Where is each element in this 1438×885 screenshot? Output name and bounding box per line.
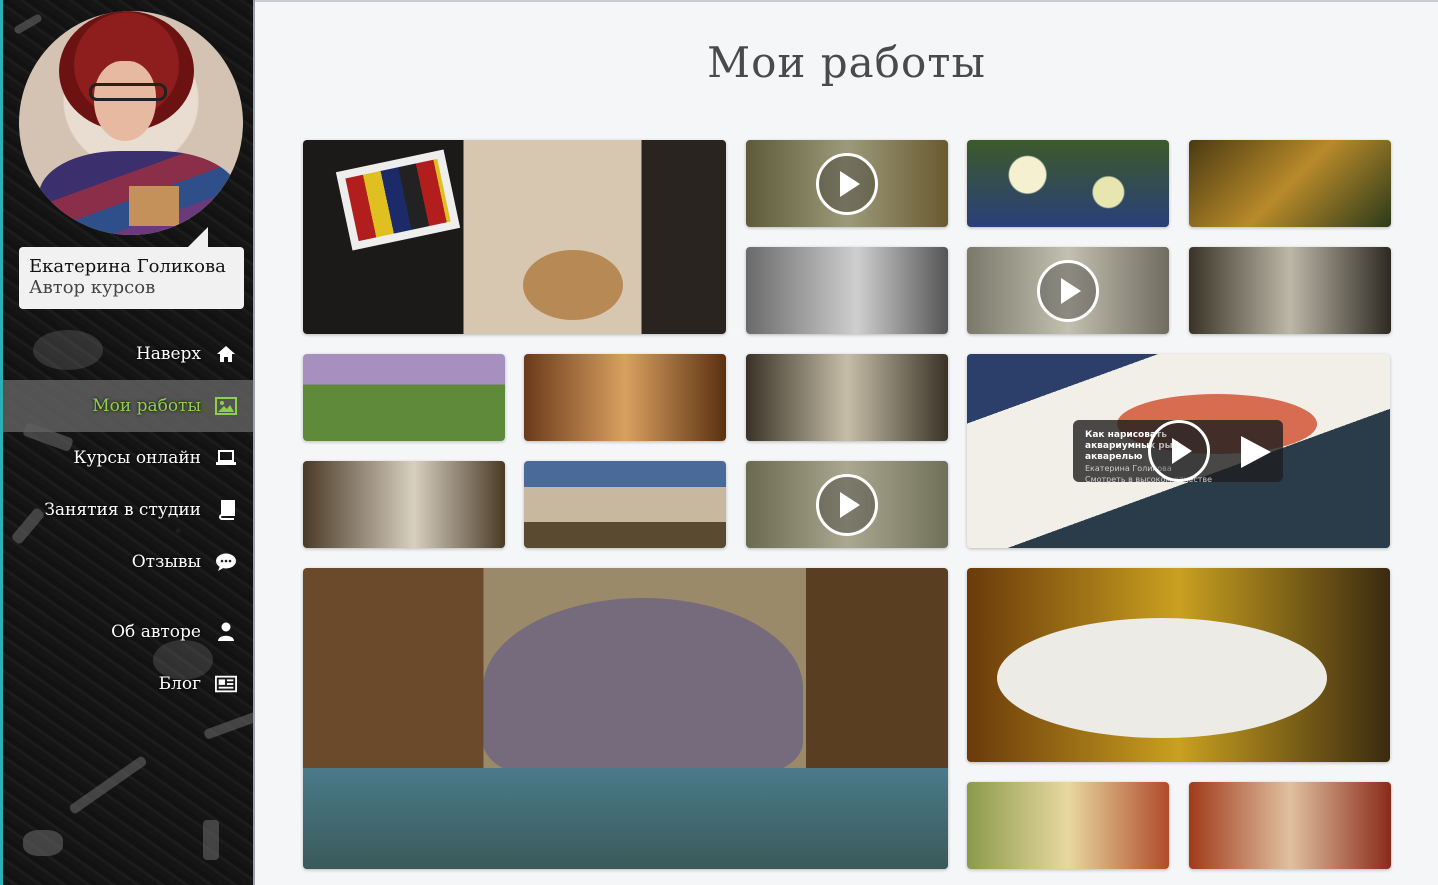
avatar <box>19 11 243 235</box>
book-icon <box>215 499 237 521</box>
laptop-icon <box>215 447 237 469</box>
gallery-item-woman-portrait[interactable] <box>303 461 505 548</box>
nav-label: Мои работы <box>92 396 201 416</box>
play-icon <box>816 473 878 536</box>
nav-label: Отзывы <box>131 552 201 572</box>
gallery-item-watercolor-girl[interactable] <box>303 140 726 334</box>
gallery-item-flowers[interactable] <box>967 140 1169 227</box>
top-divider <box>255 0 1438 2</box>
comment-icon <box>215 551 237 573</box>
gallery-item-forest[interactable] <box>1189 140 1391 227</box>
gallery-item-lavender[interactable] <box>303 568 948 869</box>
nav-item-about[interactable]: Об авторе <box>3 606 253 658</box>
nav-label: Наверх <box>135 344 201 364</box>
gallery-video-2[interactable] <box>967 247 1169 334</box>
youtube-play-icon <box>1241 436 1271 468</box>
doodle-brush-2 <box>203 710 253 740</box>
doodle-brush <box>13 13 43 35</box>
home-icon <box>215 343 237 365</box>
profile-role: Автор курсов <box>29 277 156 298</box>
nav-item-my-works[interactable]: Мои работы <box>3 380 253 432</box>
nav-label: Занятия в студии <box>44 500 201 520</box>
gallery-item-girl-bear[interactable] <box>524 354 726 441</box>
profile-card: Екатерина Голикова Автор курсов <box>19 227 244 309</box>
gallery-item-boy-cat[interactable] <box>746 354 948 441</box>
gallery-item-house[interactable] <box>524 461 726 548</box>
gallery-video-aquarium-fish[interactable]: Как нарисовать аквариумных рыб акварелью… <box>967 354 1390 548</box>
gallery-item-old-woman[interactable] <box>746 247 948 334</box>
gallery-item-lilac[interactable] <box>303 354 505 441</box>
play-icon <box>1037 259 1099 322</box>
profile-name: Екатерина Голикова <box>29 256 226 277</box>
gallery-video-1[interactable] <box>746 140 948 227</box>
nav-item-blog[interactable]: Блог <box>3 658 253 710</box>
nav-label: Блог <box>158 674 201 694</box>
gallery-item-white-cat[interactable] <box>967 568 1390 762</box>
doodle-jar <box>203 820 219 860</box>
nav-item-reviews[interactable]: Отзывы <box>3 536 253 588</box>
newspaper-icon <box>215 673 237 695</box>
nav-item-online-courses[interactable]: Курсы онлайн <box>3 432 253 484</box>
nav-item-top[interactable]: Наверх <box>3 328 253 380</box>
play-icon <box>1148 420 1210 482</box>
sidebar: Екатерина Голикова Автор курсов Наверх М… <box>0 0 255 885</box>
gallery-video-3[interactable] <box>746 461 948 548</box>
gallery-item-coat[interactable] <box>1189 782 1391 869</box>
gallery-item-garden[interactable] <box>967 782 1169 869</box>
nav-label: Курсы онлайн <box>73 448 201 468</box>
image-icon <box>215 395 237 417</box>
user-icon <box>215 621 237 643</box>
doodle-pencil-2 <box>68 755 148 815</box>
nav-item-studio-classes[interactable]: Занятия в студии <box>3 484 253 536</box>
gallery-item-child-sketch[interactable] <box>1189 247 1391 334</box>
play-icon <box>816 152 878 215</box>
nav-label: Об авторе <box>111 622 201 642</box>
page-title: Мои работы <box>707 38 986 87</box>
doodle-stone <box>23 830 63 856</box>
